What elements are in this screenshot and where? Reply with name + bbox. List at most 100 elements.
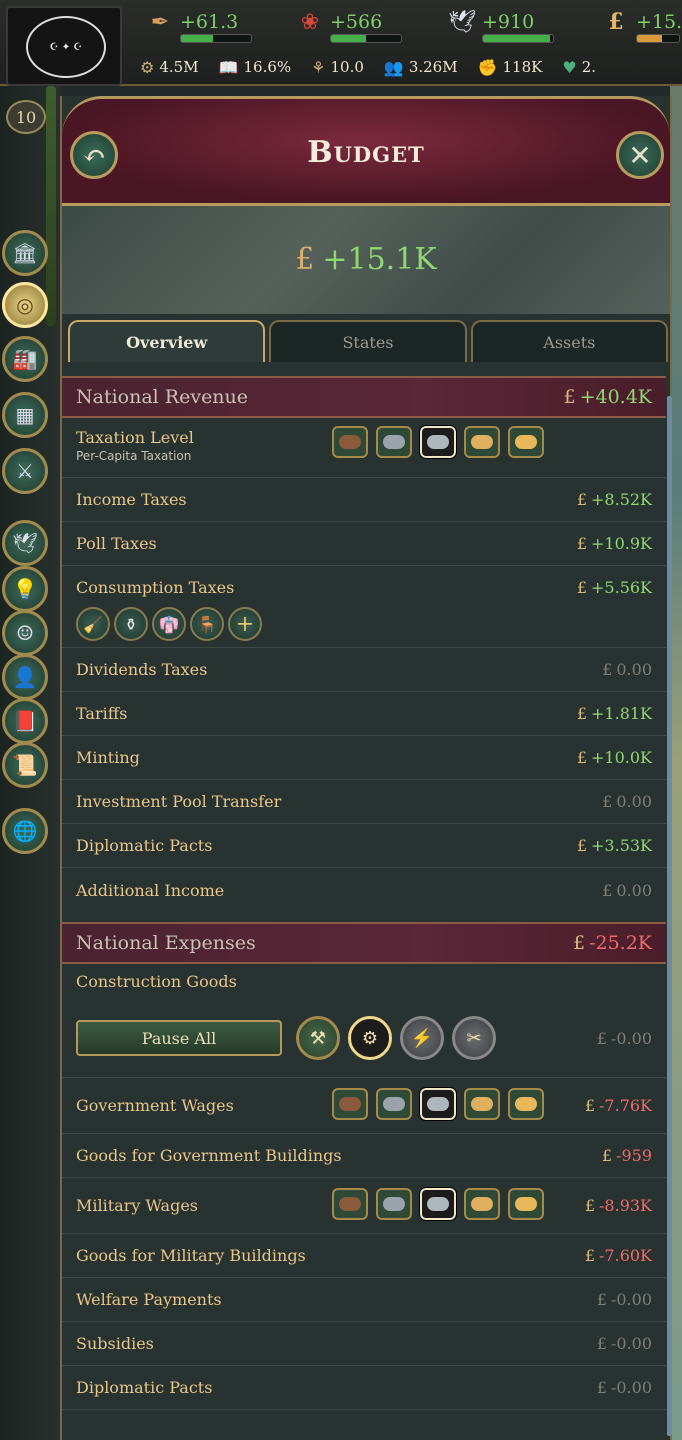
revenue-row[interactable]: Tariffs £ +1.81K (62, 692, 666, 736)
balance-banner: £ +15.1K (62, 206, 670, 314)
treasury-bar (636, 34, 680, 43)
tax-level-very-high[interactable] (508, 426, 544, 458)
revenue-header[interactable]: National Revenue £ +40.4K (62, 376, 666, 418)
expense-row[interactable]: Government Wages £ -7.76K (62, 1078, 666, 1134)
expense-row[interactable]: Goods for Government Buildings £ -959 (62, 1134, 666, 1178)
row-value: £ -959 (601, 1146, 652, 1165)
stat-literacy[interactable]: 📖 16.6% (219, 58, 292, 77)
taxation-level-row: Taxation Level Per-Capita Taxation (62, 418, 666, 478)
tab-states[interactable]: States (269, 320, 467, 362)
heart-icon: ♥ (562, 57, 577, 77)
construction-label: Construction Goods (76, 972, 237, 991)
resource-treasury[interactable]: £ +15.1 (598, 4, 682, 43)
furniture-icon[interactable]: 🪑 (190, 607, 224, 641)
pound-icon: £ (295, 242, 315, 277)
wage-level-high[interactable] (464, 1088, 500, 1120)
tab-overview[interactable]: Overview (68, 320, 266, 362)
panel-header: ↶ Budget ✕ (62, 96, 670, 206)
country-flag[interactable]: ☪ ✦ ☪ (6, 6, 122, 86)
sidebar-journal-button[interactable]: 📜 (2, 742, 48, 788)
sidebar-world-button[interactable]: 🌐 (2, 808, 48, 854)
construction-arc-icon[interactable]: ✂ (452, 1016, 496, 1060)
revenue-row[interactable]: Additional Income £0.00 (62, 868, 666, 912)
sidebar-politics-button[interactable]: 👤 (2, 654, 48, 700)
expenses-total: £ -25.2K (572, 932, 652, 954)
level-badge[interactable]: 10 (6, 100, 46, 134)
coins-icon: ◎ (16, 293, 34, 317)
wage-level-medium[interactable] (419, 1087, 457, 1121)
revenue-row[interactable]: Income Taxes £ +8.52K (62, 478, 666, 522)
tax-level-very-low[interactable] (332, 426, 368, 458)
wage-level-low[interactable] (376, 1088, 412, 1120)
row-value: £ +1.81K (576, 704, 652, 723)
mil-wage-medium[interactable] (419, 1187, 457, 1221)
sidebar-diplomacy-button[interactable]: 🕊 (2, 520, 48, 566)
broom-icon[interactable]: 🧹 (76, 607, 110, 641)
sidebar-market-button[interactable]: ▦ (2, 392, 48, 438)
mil-wage-high[interactable] (464, 1188, 500, 1220)
stat-wheat[interactable]: ⚘ 10.0 (311, 58, 364, 77)
revenue-row[interactable]: Minting £ +10.0K (62, 736, 666, 780)
panel-title: Budget (307, 135, 425, 170)
construction-iron-icon[interactable]: ⚙ (348, 1016, 392, 1060)
sidebar-laws-button[interactable]: 📕 (2, 698, 48, 744)
resource-bureaucracy[interactable]: 🕊 +910 (444, 4, 554, 43)
resource-authority[interactable]: ✒ +61.3 (142, 4, 252, 43)
crate-icon: ▦ (15, 403, 35, 427)
budget-panel: ↶ Budget ✕ £ +15.1K Overview States Asset… (60, 96, 672, 1440)
sidebar-tech-button[interactable]: 💡 (2, 566, 48, 612)
tax-level-medium[interactable] (419, 425, 457, 459)
influence-value: +566 (330, 11, 383, 33)
add-icon[interactable]: + (228, 607, 262, 641)
wage-level-very-low[interactable] (332, 1088, 368, 1120)
scroll-icon: 📜 (12, 753, 38, 777)
clothes-icon[interactable]: 👘 (152, 607, 186, 641)
stat-gdp[interactable]: ⚙ 4.5M (140, 58, 199, 77)
expense-row[interactable]: Diplomatic Pacts £ -0.00 (62, 1366, 666, 1410)
row-value: £ -0.00 (596, 1378, 652, 1397)
row-value: £ +5.56K (576, 578, 652, 597)
wage-level-very-high[interactable] (508, 1088, 544, 1120)
sidebar-industry-button[interactable]: 🏭 (2, 336, 48, 382)
row-value: £ -7.60K (584, 1246, 652, 1265)
pause-all-button[interactable]: Pause All (76, 1020, 282, 1056)
crossed-swords-icon: ⚔ (16, 459, 34, 483)
sidebar-culture-button[interactable]: ☺ (2, 610, 48, 656)
row-value: £0.00 (602, 660, 652, 679)
expense-row[interactable]: Welfare Payments £ -0.00 (62, 1278, 666, 1322)
sidebar-military-button[interactable]: ⚔ (2, 448, 48, 494)
revenue-row[interactable]: Diplomatic Pacts £ +3.53K (62, 824, 666, 868)
porcelain-icon[interactable]: ⚱ (114, 607, 148, 641)
expense-row[interactable]: Subsidies £ -0.00 (62, 1322, 666, 1366)
revenue-row[interactable]: Investment Pool Transfer £0.00 (62, 780, 666, 824)
expense-row[interactable]: Military Wages £ -8.93K (62, 1178, 666, 1234)
tax-level-high[interactable] (464, 426, 500, 458)
sidebar-government-button[interactable]: 🏛 (2, 230, 48, 276)
taxation-level-selector (332, 425, 544, 459)
stat-population[interactable]: 👥 3.26M (384, 58, 458, 77)
stat-approval[interactable]: ♥ 2. (562, 58, 596, 77)
mil-wage-very-low[interactable] (332, 1188, 368, 1220)
sidebar-budget-button[interactable]: ◎ (2, 282, 48, 328)
consumption-taxes-row[interactable]: Consumption Taxes £ +5.56K 🧹 ⚱ 👘 🪑 + (62, 566, 666, 648)
resource-influence[interactable]: ❀ +566 (292, 4, 402, 43)
mil-wage-low[interactable] (376, 1188, 412, 1220)
revenue-row[interactable]: Dividends Taxes £0.00 (62, 648, 666, 692)
construction-steel-icon[interactable]: ⚡ (400, 1016, 444, 1060)
row-value: £ +10.9K (576, 534, 652, 553)
weekly-balance: £ +15.1K (295, 242, 437, 277)
expenses-header[interactable]: National Expenses £ -25.2K (62, 922, 666, 964)
scrollbar[interactable] (667, 396, 672, 1436)
tax-level-low[interactable] (376, 426, 412, 458)
mil-wage-very-high[interactable] (508, 1188, 544, 1220)
taxation-label: Taxation Level (76, 428, 194, 447)
revenue-row[interactable]: Poll Taxes £ +10.9K (62, 522, 666, 566)
expense-row[interactable]: Goods for Military Buildings £ -7.60K (62, 1234, 666, 1278)
lightbulb-icon: 💡 (12, 577, 38, 601)
influence-bar (330, 34, 402, 43)
stat-army[interactable]: ✊ 118K (478, 58, 543, 77)
close-button[interactable]: ✕ (616, 131, 664, 179)
tab-assets[interactable]: Assets (470, 320, 668, 362)
construction-wood-icon[interactable]: ⚒ (296, 1016, 340, 1060)
gdp-icon: ⚙ (140, 57, 155, 77)
